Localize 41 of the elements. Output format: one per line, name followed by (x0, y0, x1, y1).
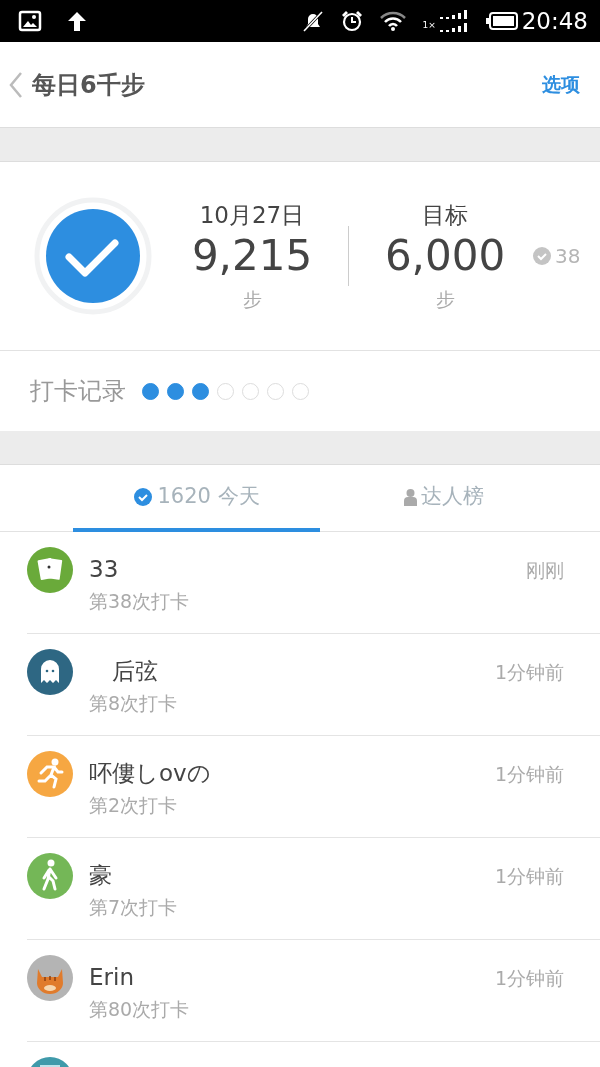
date-value: 9,215 (191, 232, 313, 280)
tab[interactable]: 达人榜 (320, 465, 567, 532)
signal-bars-icon (439, 10, 470, 32)
back-chevron-icon (8, 70, 24, 99)
time-label: 1分钟前 (494, 864, 564, 889)
time-label: 刚刚 (526, 558, 564, 583)
check-icon (133, 486, 154, 507)
alarm-icon (340, 9, 365, 33)
muted-bell-icon (302, 10, 325, 32)
upload-arrow-icon (66, 10, 88, 32)
checkin-count: 第80次打卡 (89, 996, 190, 1022)
clock: 20:48 (521, 6, 588, 36)
person-icon (403, 487, 417, 506)
checkin-count: 第8次打卡 (89, 690, 178, 716)
checkin-count: 第7次打卡 (89, 894, 178, 920)
wifi-icon (380, 11, 407, 31)
badge-count: 38 (555, 243, 581, 270)
checkin-count: 第38次打卡 (89, 588, 190, 614)
user-name: 吥僂しovの (89, 759, 211, 788)
goal-label: 目标 (422, 201, 468, 231)
date-label: 10月27日 (199, 201, 305, 231)
user-name: 后弦 (111, 657, 159, 686)
user-name: 33 (89, 555, 120, 584)
tab[interactable]: 1620 今天 (73, 465, 320, 532)
unit-label: 步 (435, 287, 455, 313)
image-icon (18, 10, 42, 32)
record-label: 打卡记录 (30, 376, 126, 407)
unit-label: 步 (242, 287, 262, 313)
battery-icon (485, 12, 518, 30)
options-button[interactable]: 选项 (542, 70, 580, 99)
network-label: 1× (422, 18, 436, 32)
time-label: 1分钟前 (494, 966, 564, 991)
check-badge-icon (533, 247, 551, 265)
checkin-count: 第2次打卡 (89, 792, 179, 818)
user-name: Erin (89, 963, 135, 992)
back-button[interactable] (8, 70, 24, 99)
page-title: 每日6千步 (32, 69, 145, 101)
time-label: 1分钟前 (494, 660, 564, 685)
user-name: 豪 (89, 861, 113, 890)
goal-value: 6,000 (384, 232, 506, 280)
time-label: 1分钟前 (494, 762, 564, 787)
